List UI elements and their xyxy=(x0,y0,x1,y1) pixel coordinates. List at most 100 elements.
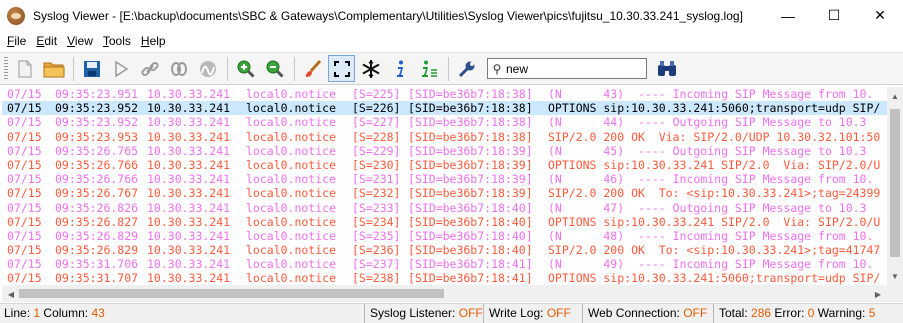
menu-file-label: ile xyxy=(14,34,27,48)
log-row[interactable]: 07/15 09:35:23.952 10.30.33.241 local0.noti… xyxy=(2,101,887,116)
log-cell-time: 09:35:23.951 xyxy=(55,87,139,101)
zoom-out-button[interactable] xyxy=(261,55,288,82)
log-cell-msg: OPTIONS sip:10.30.33.241:5060;transport=… xyxy=(548,101,881,116)
maximize-button[interactable]: ☐ xyxy=(811,0,857,31)
log-cell-fac: local0.notice xyxy=(246,101,337,116)
brush-button[interactable] xyxy=(299,55,326,82)
log-cell-fac: local0.notice xyxy=(246,157,337,172)
log-cell-msg: (N 45) ---- Outgoing SIP Message to 10.3 xyxy=(548,143,867,158)
search-box[interactable]: ⚲ xyxy=(487,58,647,79)
play-button[interactable] xyxy=(107,55,134,82)
search-input[interactable] xyxy=(506,61,636,76)
listener-label: Syslog Listener: xyxy=(370,306,456,320)
fullscreen-icon xyxy=(333,60,350,77)
log-cell-seq: [S=228] xyxy=(352,129,401,144)
open-button[interactable] xyxy=(40,55,67,82)
log-row[interactable]: 07/15 09:35:26.766 10.30.33.241 local0.noti… xyxy=(2,158,887,172)
menu-file[interactable]: File xyxy=(2,34,31,48)
vertical-scrollbar[interactable]: ▲ ▼ xyxy=(887,87,903,285)
freeze-icon xyxy=(362,59,379,78)
find-button[interactable] xyxy=(653,55,680,82)
freeze-button[interactable] xyxy=(357,55,384,82)
info-settings-button[interactable] xyxy=(415,55,442,82)
log-cell-date: 07/15 xyxy=(7,214,42,229)
horizontal-scroll-thumb[interactable] xyxy=(19,289,444,298)
log-row[interactable]: 07/15 09:35:26.767 10.30.33.241 local0.noti… xyxy=(2,186,887,200)
log-row[interactable]: 07/15 09:35:26.766 10.30.33.241 local0.noti… xyxy=(2,172,887,186)
log-row[interactable]: 07/15 09:35:26.829 10.30.33.241 local0.noti… xyxy=(2,229,887,243)
settings-button[interactable] xyxy=(453,55,480,82)
log-cell-seq: [S=236] xyxy=(352,243,401,258)
menu-view-accel: V xyxy=(67,34,75,48)
log-cell-sid: [SID=be36b7:18:41] xyxy=(408,257,533,272)
log-cell-msg: (N 49) ---- Incoming SIP Message from 10… xyxy=(548,257,874,272)
log-cell-sid: [SID=be36b7:18:39] xyxy=(408,143,533,158)
status-syslog-listener: Syslog Listener: OFF xyxy=(364,304,483,323)
info-button[interactable] xyxy=(386,55,413,82)
horizontal-scrollbar[interactable]: ◀ ▶ xyxy=(2,285,887,302)
log-cell-date: 07/15 xyxy=(7,200,42,215)
menu-help[interactable]: Help xyxy=(136,34,171,48)
log-view[interactable]: 07/15 09:35:23.951 10.30.33.241 local0.noti… xyxy=(2,87,887,285)
link-button[interactable] xyxy=(136,55,163,82)
log-cell-seq: [S=229] xyxy=(352,143,401,158)
info-settings-icon xyxy=(421,60,437,77)
menu-view[interactable]: View xyxy=(62,34,98,48)
log-cell-time: 09:35:23.953 xyxy=(55,129,139,144)
log-cell-fac: local0.notice xyxy=(246,87,337,101)
log-cell-ip: 10.30.33.241 xyxy=(147,172,231,187)
log-cell-ip: 10.30.33.241 xyxy=(147,200,231,215)
log-row[interactable]: 07/15 09:35:31.707 10.30.33.241 local0.noti… xyxy=(2,271,887,285)
log-cell-seq: [S=233] xyxy=(352,200,401,215)
scroll-right-icon[interactable]: ▶ xyxy=(870,287,886,301)
total-label: Total: xyxy=(719,306,748,320)
menu-help-accel: H xyxy=(140,34,150,48)
log-row[interactable]: 07/15 09:35:23.953 10.30.33.241 local0.noti… xyxy=(2,130,887,144)
log-cell-time: 09:35:26.767 xyxy=(55,186,139,201)
new-file-button[interactable] xyxy=(11,55,38,82)
log-row[interactable]: 07/15 09:35:26.827 10.30.33.241 local0.noti… xyxy=(2,215,887,229)
info-icon xyxy=(396,60,403,77)
writelog-value: OFF xyxy=(546,306,571,320)
scroll-left-icon[interactable]: ◀ xyxy=(3,287,19,301)
log-cell-sid: [SID=be36b7:18:40] xyxy=(408,228,533,243)
save-icon xyxy=(83,60,100,77)
log-cell-date: 07/15 xyxy=(7,129,42,144)
menu-edit[interactable]: Edit xyxy=(31,34,62,48)
save-button[interactable] xyxy=(78,55,105,82)
fullscreen-button[interactable] xyxy=(328,55,355,82)
toolbar-grip[interactable] xyxy=(4,56,8,81)
webconn-label: Web Connection: xyxy=(588,306,680,320)
wave-button[interactable] xyxy=(194,55,221,82)
scroll-up-icon[interactable]: ▲ xyxy=(887,89,903,103)
log-cell-sid: [SID=be36b7:18:39] xyxy=(408,186,533,201)
log-row[interactable]: 07/15 09:35:26.765 10.30.33.241 local0.noti… xyxy=(2,144,887,158)
log-cell-msg: (N 47) ---- Outgoing SIP Message to 10.3 xyxy=(548,200,867,215)
log-cell-msg: (N 43) ---- Incoming SIP Message from 10… xyxy=(548,87,874,101)
menu-tools[interactable]: Tools xyxy=(98,34,136,48)
log-cell-ip: 10.30.33.241 xyxy=(147,157,231,172)
status-position: Line: 1 Column: 43 xyxy=(0,304,105,323)
log-row[interactable]: 07/15 09:35:26.829 10.30.33.241 local0.noti… xyxy=(2,243,887,257)
scroll-down-icon[interactable]: ▼ xyxy=(887,269,903,283)
log-row[interactable]: 07/15 09:35:23.952 10.30.33.241 local0.noti… xyxy=(2,115,887,129)
log-cell-ip: 10.30.33.241 xyxy=(147,143,231,158)
log-cell-time: 09:35:26.766 xyxy=(55,157,139,172)
error-label: Error: xyxy=(774,306,805,320)
log-cell-fac: local0.notice xyxy=(246,214,337,229)
log-cell-msg: (N 48) ---- Incoming SIP Message from 10… xyxy=(548,228,874,243)
listener-value: OFF xyxy=(458,306,483,320)
log-row[interactable]: 07/15 09:35:26.826 10.30.33.241 local0.noti… xyxy=(2,201,887,215)
close-button[interactable]: ✕ xyxy=(857,0,903,31)
log-cell-time: 09:35:26.829 xyxy=(55,243,139,258)
app-icon xyxy=(7,6,25,25)
log-cell-msg: OPTIONS sip:10.30.33.241 SIP/2.0 Via: SI… xyxy=(548,157,881,172)
zoom-in-button[interactable] xyxy=(232,55,259,82)
log-row[interactable]: 07/15 09:35:23.951 10.30.33.241 local0.noti… xyxy=(2,87,887,101)
rewind-button[interactable] xyxy=(165,55,192,82)
log-cell-time: 09:35:26.827 xyxy=(55,214,139,229)
log-row[interactable]: 07/15 09:35:31.706 10.30.33.241 local0.noti… xyxy=(2,257,887,271)
scrollbar-corner xyxy=(887,285,903,302)
minimize-button[interactable]: — xyxy=(765,0,811,31)
vertical-scroll-thumb[interactable] xyxy=(890,109,900,257)
